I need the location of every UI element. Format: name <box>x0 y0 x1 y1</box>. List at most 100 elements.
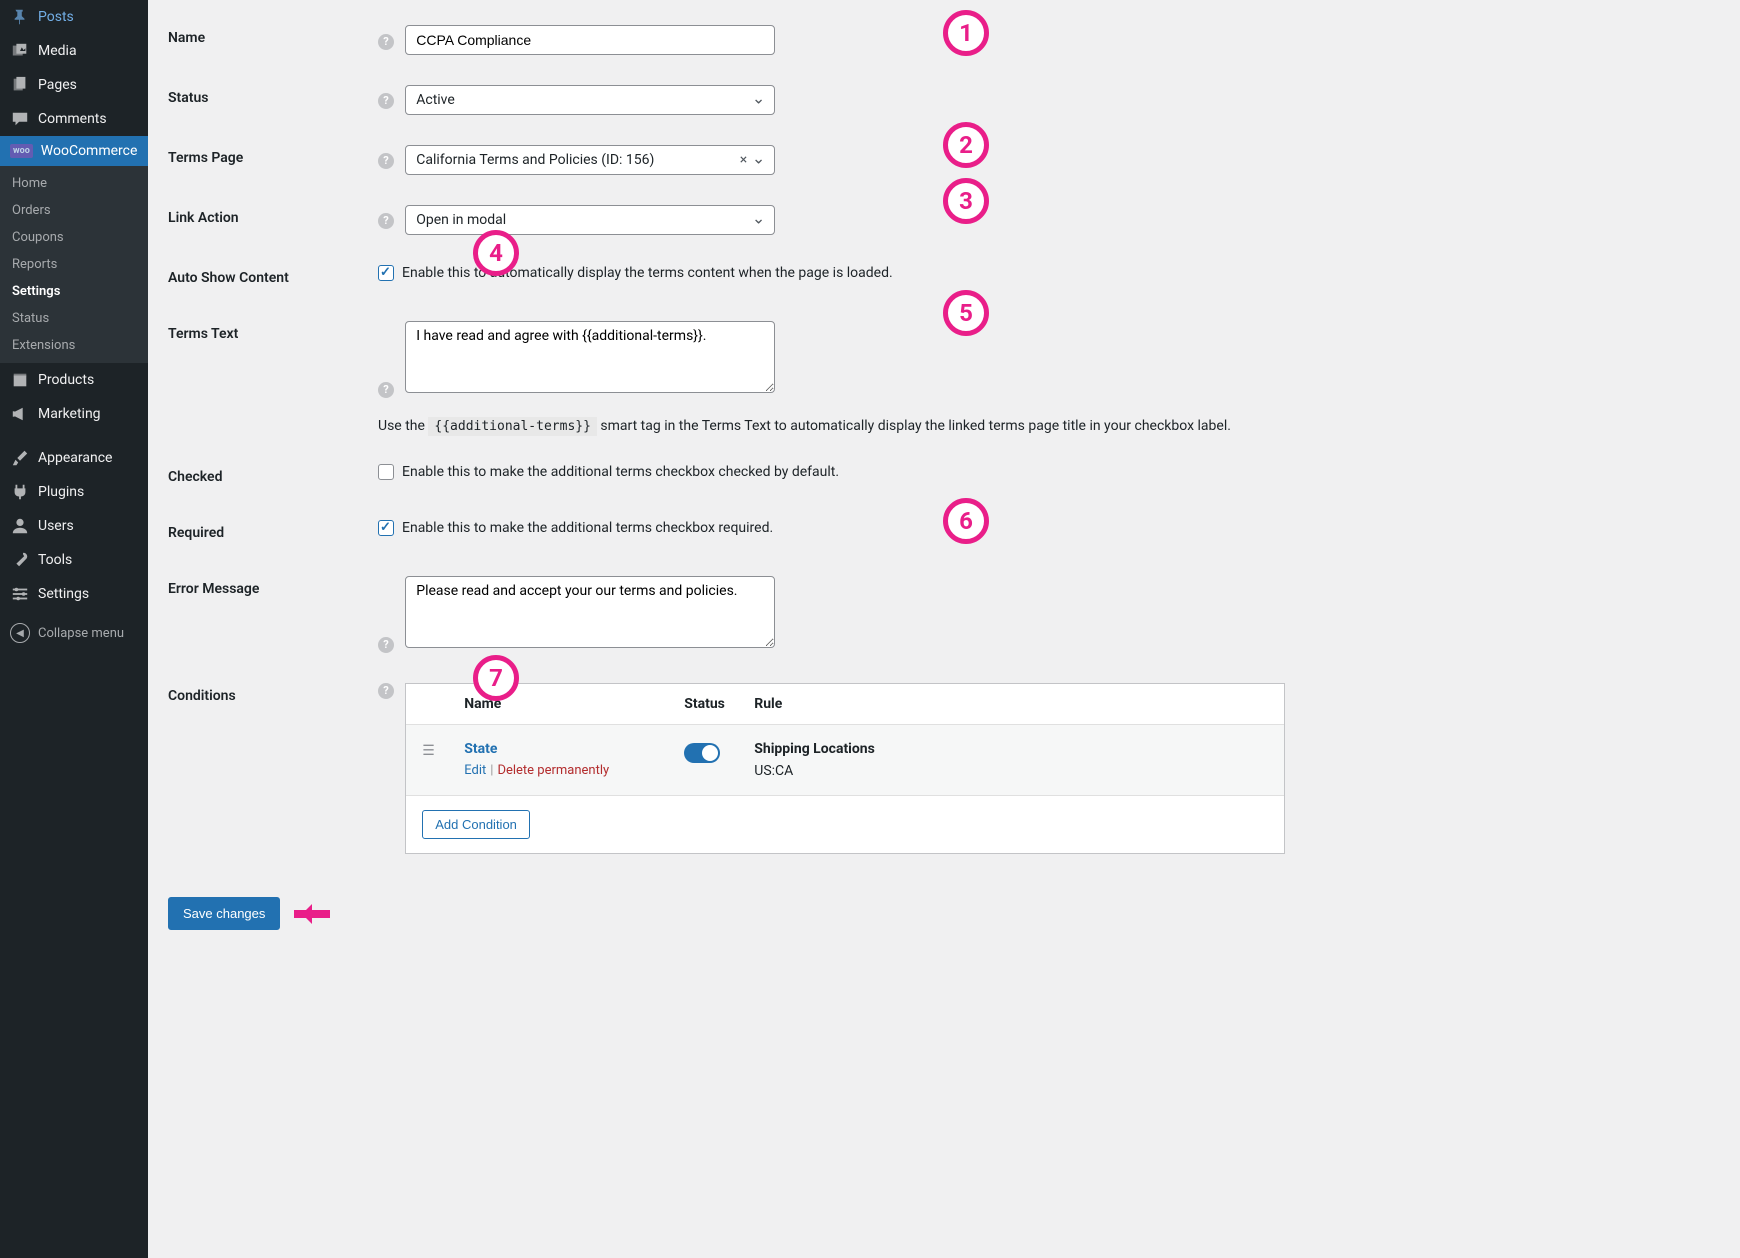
woo-icon: woo <box>10 144 33 158</box>
field-label-link-action: Link Action <box>168 190 368 250</box>
sidebar-submenu-woocommerce: Home Orders Coupons Reports Settings Sta… <box>0 166 148 363</box>
link-action-select[interactable]: Open in modal <box>405 205 775 235</box>
auto-show-description: Enable this to automatically display the… <box>402 265 893 281</box>
field-label-checked: Checked <box>168 449 368 505</box>
conditions-header-rule: Rule <box>754 696 1268 712</box>
help-icon[interactable]: ? <box>378 93 394 109</box>
sidebar-item-tools[interactable]: Tools <box>0 543 148 577</box>
conditions-header: Name Status Rule <box>406 684 1284 725</box>
pages-icon <box>10 75 30 95</box>
sidebar-label: Tools <box>38 552 72 568</box>
condition-rule-title: Shipping Locations <box>754 741 1268 757</box>
help-icon[interactable]: ? <box>378 382 394 398</box>
sidebar-item-marketing[interactable]: Marketing <box>0 397 148 431</box>
conditions-header-status: Status <box>684 696 754 712</box>
condition-status-toggle[interactable] <box>684 743 720 763</box>
field-label-terms-page: Terms Page <box>168 130 368 190</box>
checked-description: Enable this to make the additional terms… <box>402 464 839 480</box>
callout-1: 1 <box>943 10 989 56</box>
callout-5: 5 <box>943 290 989 336</box>
callout-4: 4 <box>473 230 519 276</box>
sidebar-item-comments[interactable]: Comments <box>0 102 148 136</box>
pin-icon <box>10 7 30 27</box>
collapse-label: Collapse menu <box>38 626 124 641</box>
field-label-conditions: Conditions <box>168 668 368 869</box>
terms-page-select[interactable]: California Terms and Policies (ID: 156) <box>405 145 775 175</box>
help-icon[interactable]: ? <box>378 153 394 169</box>
comment-icon <box>10 109 30 129</box>
callout-2: 2 <box>943 122 989 168</box>
sidebar-item-products[interactable]: Products <box>0 363 148 397</box>
condition-rule-value: US:CA <box>754 763 1268 779</box>
status-select[interactable]: Active <box>405 85 775 115</box>
sidebar-sub-home[interactable]: Home <box>0 170 148 197</box>
wrench-icon <box>10 550 30 570</box>
megaphone-icon <box>10 404 30 424</box>
sidebar-item-appearance[interactable]: Appearance <box>0 441 148 475</box>
sidebar-sub-extensions[interactable]: Extensions <box>0 332 148 359</box>
sidebar-label: Plugins <box>38 484 84 500</box>
condition-name-link[interactable]: State <box>464 741 497 757</box>
media-icon <box>10 41 30 61</box>
sidebar-label: Comments <box>38 111 107 127</box>
sidebar-label: WooCommerce <box>41 143 138 159</box>
sidebar-item-users[interactable]: Users <box>0 509 148 543</box>
sidebar-item-pages[interactable]: Pages <box>0 68 148 102</box>
sidebar-label: Users <box>38 518 74 534</box>
field-label-required: Required <box>168 505 368 561</box>
field-label-terms-text: Terms Text <box>168 306 368 449</box>
box-icon <box>10 370 30 390</box>
sidebar-label: Media <box>38 43 77 59</box>
condition-edit-link[interactable]: Edit <box>464 763 486 778</box>
conditions-table: Name Status Rule ☰ State Edit|Delete per… <box>405 683 1285 854</box>
collapse-icon: ◀ <box>10 623 30 643</box>
condition-delete-link[interactable]: Delete permanently <box>497 763 609 778</box>
sliders-icon <box>10 584 30 604</box>
required-checkbox[interactable] <box>378 520 394 536</box>
help-icon[interactable]: ? <box>378 637 394 653</box>
sidebar-sub-orders[interactable]: Orders <box>0 197 148 224</box>
auto-show-checkbox[interactable] <box>378 265 394 281</box>
sidebar-sub-status[interactable]: Status <box>0 305 148 332</box>
checked-checkbox[interactable] <box>378 464 394 480</box>
callout-6: 6 <box>943 498 989 544</box>
callout-7: 7 <box>473 655 519 701</box>
help-icon[interactable]: ? <box>378 34 394 50</box>
conditions-row: ☰ State Edit|Delete permanently Shipping… <box>406 725 1284 796</box>
clear-icon[interactable]: × <box>740 152 747 168</box>
sidebar-item-settings[interactable]: Settings <box>0 577 148 611</box>
field-label-status: Status <box>168 70 368 130</box>
terms-text-textarea[interactable]: I have read and agree with {{additional-… <box>405 321 775 393</box>
user-icon <box>10 516 30 536</box>
drag-handle-icon[interactable]: ☰ <box>422 741 464 759</box>
admin-sidebar: Posts Media Pages Comments woo WooCommer… <box>0 0 148 1258</box>
callout-3: 3 <box>943 178 989 224</box>
sidebar-sub-reports[interactable]: Reports <box>0 251 148 278</box>
brush-icon <box>10 448 30 468</box>
help-icon[interactable]: ? <box>378 213 394 229</box>
sidebar-item-woocommerce[interactable]: woo WooCommerce <box>0 136 148 166</box>
field-label-auto-show: Auto Show Content <box>168 250 368 306</box>
sidebar-label: Appearance <box>38 450 112 466</box>
error-message-textarea[interactable]: Please read and accept your our terms an… <box>405 576 775 648</box>
sidebar-label: Pages <box>38 77 77 93</box>
smart-tag-code: {{additional-terms}} <box>428 417 597 436</box>
field-label-error-message: Error Message <box>168 561 368 668</box>
save-changes-button[interactable]: Save changes <box>168 897 280 930</box>
sidebar-label: Settings <box>38 586 89 602</box>
sidebar-label: Posts <box>38 9 74 25</box>
add-condition-button[interactable]: Add Condition <box>422 810 530 839</box>
sidebar-item-media[interactable]: Media <box>0 34 148 68</box>
name-input[interactable] <box>405 25 775 55</box>
help-icon[interactable]: ? <box>378 683 394 699</box>
sidebar-item-plugins[interactable]: Plugins <box>0 475 148 509</box>
annotation-arrow <box>294 905 344 923</box>
sidebar-label: Products <box>38 372 94 388</box>
sidebar-sub-settings[interactable]: Settings <box>0 278 148 305</box>
collapse-menu-button[interactable]: ◀ Collapse menu <box>0 615 148 651</box>
field-label-name: Name <box>168 10 368 70</box>
terms-text-hint: Use the {{additional-terms}} smart tag i… <box>378 418 1710 434</box>
sidebar-sub-coupons[interactable]: Coupons <box>0 224 148 251</box>
plug-icon <box>10 482 30 502</box>
sidebar-item-posts[interactable]: Posts <box>0 0 148 34</box>
